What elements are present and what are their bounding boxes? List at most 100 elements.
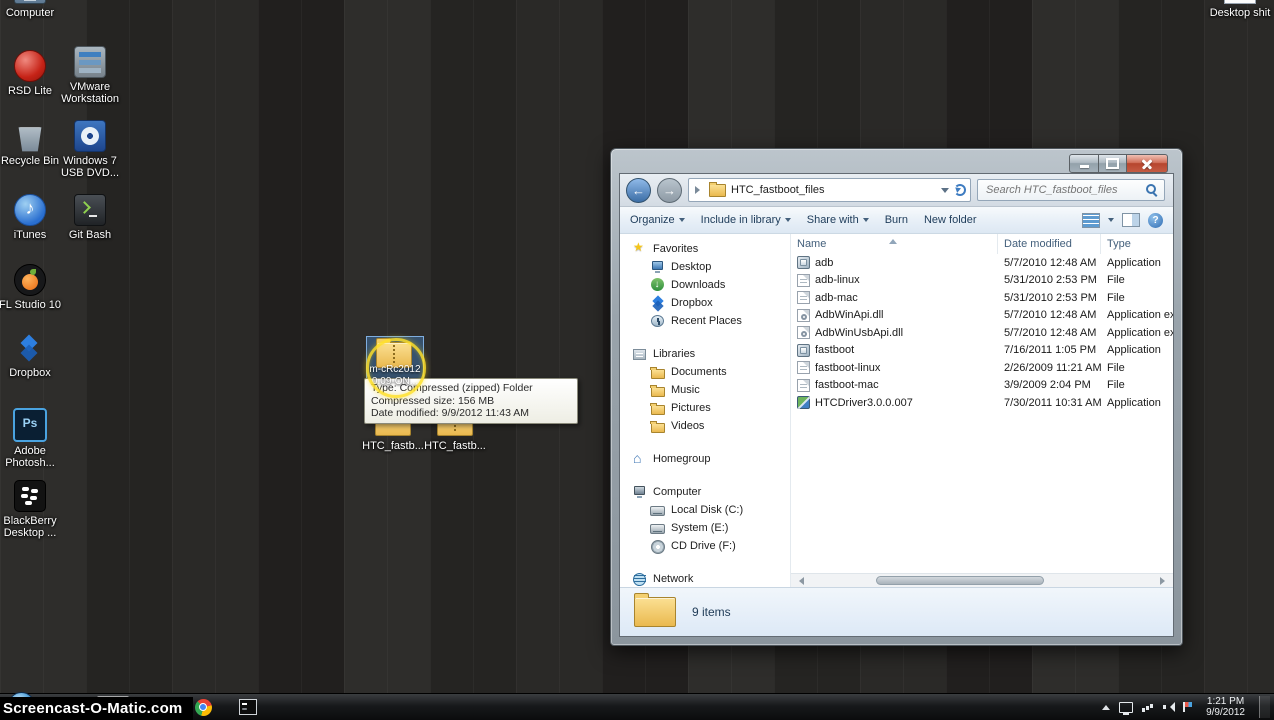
fl-studio-icon bbox=[14, 264, 46, 296]
folder-icon bbox=[709, 181, 726, 197]
desktop-icon-label: Computer bbox=[5, 7, 55, 19]
search-input[interactable] bbox=[984, 183, 1146, 197]
desktop-icon-label: Adobe Photosh... bbox=[5, 445, 55, 469]
refresh-icon[interactable] bbox=[954, 184, 966, 196]
desktop-icon-recycle-bin[interactable]: Recycle Bin bbox=[0, 122, 62, 167]
horizontal-scrollbar[interactable] bbox=[791, 573, 1173, 587]
file-row[interactable]: AdbWinUsbApi.dll 5/7/2010 12:48 AM Appli… bbox=[791, 324, 1173, 342]
sidebar-item-system-e[interactable]: System (E:) bbox=[620, 519, 790, 537]
maximize-button[interactable] bbox=[1099, 154, 1126, 173]
toolbar-right-icons bbox=[1082, 212, 1163, 228]
breadcrumb[interactable]: HTC_fastboot_files bbox=[731, 184, 825, 196]
sidebar-item-dropbox[interactable]: Dropbox bbox=[620, 294, 790, 312]
vmware-icon bbox=[74, 46, 106, 78]
search-box[interactable] bbox=[977, 179, 1165, 201]
sidebar-item-homegroup[interactable]: Homegroup bbox=[620, 450, 790, 468]
column-header-name[interactable]: Name bbox=[791, 234, 998, 254]
videos-library-icon bbox=[650, 419, 665, 433]
maximize-icon bbox=[1106, 158, 1119, 169]
close-button[interactable] bbox=[1126, 154, 1168, 173]
forward-button[interactable] bbox=[657, 177, 682, 203]
column-header-date-modified[interactable]: Date modified bbox=[998, 234, 1101, 254]
search-icon[interactable] bbox=[1146, 184, 1158, 196]
file-row[interactable]: fastboot 7/16/2011 1:05 PM Application bbox=[791, 342, 1173, 360]
sidebar-item-desktop[interactable]: Desktop bbox=[620, 258, 790, 276]
sidebar-item-documents[interactable]: Documents bbox=[620, 363, 790, 381]
file-row[interactable]: fastboot-linux 2/26/2009 11:21 AM File bbox=[791, 359, 1173, 377]
file-row[interactable]: adb-mac 5/31/2010 2:53 PM File bbox=[791, 289, 1173, 307]
file-date: 5/7/2010 12:48 AM bbox=[1004, 326, 1097, 339]
desktop-icon-windows7-usb-dvd[interactable]: Windows 7 USB DVD... bbox=[58, 120, 122, 179]
include-in-library-button[interactable]: Include in library bbox=[701, 214, 791, 226]
file-row[interactable]: HTCDriver3.0.0.007 7/30/2011 10:31 AM Ap… bbox=[791, 394, 1173, 412]
burn-button[interactable]: Burn bbox=[885, 214, 908, 226]
file-row[interactable]: adb-linux 5/31/2010 2:53 PM File bbox=[791, 272, 1173, 290]
sidebar-item-recent-places[interactable]: Recent Places bbox=[620, 312, 790, 330]
action-center-flag-icon[interactable] bbox=[1183, 702, 1192, 712]
desktop-icon-rsd-lite[interactable]: RSD Lite bbox=[0, 50, 62, 97]
folder-icon bbox=[634, 593, 676, 627]
scrollbar-thumb[interactable] bbox=[876, 576, 1044, 585]
downloads-icon bbox=[650, 278, 665, 292]
sidebar-item-favorites[interactable]: Favorites bbox=[620, 240, 790, 258]
preview-pane-icon[interactable] bbox=[1122, 213, 1140, 227]
desktop-icon-photoshop[interactable]: Adobe Photosh... bbox=[0, 408, 62, 469]
desktop-icon-itunes[interactable]: iTunes bbox=[0, 194, 62, 241]
file-row[interactable]: adb 5/7/2010 12:48 AM Application bbox=[791, 254, 1173, 272]
desktop-icon-dropbox[interactable]: Dropbox bbox=[0, 334, 62, 379]
sidebar-item-network[interactable]: Network bbox=[620, 570, 790, 587]
dropbox-icon bbox=[15, 334, 45, 364]
network-icon[interactable] bbox=[1142, 702, 1154, 712]
help-icon[interactable] bbox=[1148, 212, 1163, 228]
file-name: adb bbox=[815, 256, 834, 269]
sidebar-item-computer[interactable]: Computer bbox=[620, 483, 790, 501]
address-dropdown-icon[interactable] bbox=[941, 187, 949, 197]
sidebar-item-label: Desktop bbox=[671, 261, 712, 273]
organize-button[interactable]: Organize bbox=[630, 214, 685, 226]
desktop-icon-computer[interactable]: Computer bbox=[0, 0, 62, 19]
file-row[interactable]: fastboot-mac 3/9/2009 2:04 PM File bbox=[791, 377, 1173, 395]
new-folder-button[interactable]: New folder bbox=[924, 214, 977, 226]
file-row[interactable]: AdbWinApi.dll 5/7/2010 12:48 AM Applicat… bbox=[791, 307, 1173, 325]
organize-label: Organize bbox=[630, 214, 675, 226]
chevron-down-icon bbox=[862, 218, 869, 225]
scroll-right-icon[interactable] bbox=[1160, 576, 1169, 585]
desktop: Computer RSD Lite VMware Workstation Rec… bbox=[0, 0, 1274, 720]
desktop-icon-git-bash[interactable]: Git Bash bbox=[58, 194, 122, 241]
scroll-left-icon[interactable] bbox=[795, 576, 804, 585]
chevron-down-icon[interactable] bbox=[1108, 218, 1114, 225]
document-icon bbox=[1224, 0, 1256, 4]
back-button[interactable] bbox=[626, 177, 651, 203]
column-header-type[interactable]: Type bbox=[1101, 234, 1173, 254]
sidebar-item-music[interactable]: Music bbox=[620, 381, 790, 399]
desktop-icon-blackberry[interactable]: BlackBerry Desktop ... bbox=[0, 480, 62, 539]
computer-icon bbox=[14, 0, 46, 4]
desktop-icon-vmware[interactable]: VMware Workstation bbox=[58, 46, 122, 105]
share-with-button[interactable]: Share with bbox=[807, 214, 869, 226]
generic-file-icon bbox=[797, 291, 810, 305]
desktop-icon-label: Windows 7 USB DVD... bbox=[60, 155, 120, 179]
taskbar-button-cmd[interactable] bbox=[232, 696, 264, 719]
file-type: Application bbox=[1107, 256, 1161, 269]
desktop-icon-label: BlackBerry Desktop ... bbox=[3, 515, 57, 539]
sidebar-item-cd-drive-f[interactable]: CD Drive (F:) bbox=[620, 537, 790, 555]
volume-icon[interactable] bbox=[1163, 702, 1176, 712]
desktop-icon-fl-studio[interactable]: FL Studio 10 bbox=[0, 264, 62, 311]
sidebar-item-videos[interactable]: Videos bbox=[620, 417, 790, 435]
sidebar-item-pictures[interactable]: Pictures bbox=[620, 399, 790, 417]
sidebar-item-local-disk-c[interactable]: Local Disk (C:) bbox=[620, 501, 790, 519]
desktop-icon-desktop-shit[interactable]: Desktop shit bbox=[1208, 0, 1272, 19]
sidebar-item-label: Recent Places bbox=[671, 315, 742, 327]
network-icon bbox=[632, 572, 647, 586]
change-view-icon[interactable] bbox=[1082, 212, 1100, 228]
taskbar-clock[interactable]: 1:21 PM 9/9/2012 bbox=[1201, 696, 1250, 718]
minimize-button[interactable] bbox=[1069, 154, 1099, 173]
sidebar-item-libraries[interactable]: Libraries bbox=[620, 345, 790, 363]
show-hidden-icons-icon[interactable] bbox=[1102, 701, 1111, 710]
desktop-icon bbox=[650, 260, 665, 274]
address-bar[interactable]: HTC_fastboot_files bbox=[688, 178, 971, 202]
show-desktop-button[interactable] bbox=[1259, 696, 1270, 718]
display-icon[interactable] bbox=[1119, 701, 1134, 715]
clock-time: 1:21 PM bbox=[1206, 696, 1245, 707]
sidebar-item-downloads[interactable]: Downloads bbox=[620, 276, 790, 294]
